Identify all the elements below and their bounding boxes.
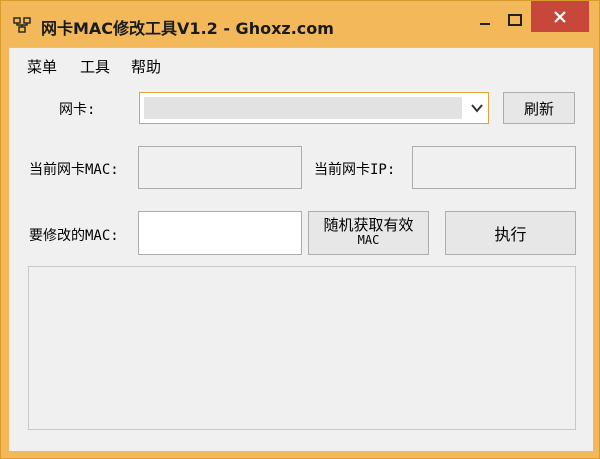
target-mac-input[interactable] [138, 211, 302, 255]
current-ip-label: 当前网卡IP: [314, 162, 396, 178]
title-bar[interactable]: 网卡MAC修改工具V1.2 - Ghoxz.com [1, 1, 599, 47]
target-mac-label: 要修改的MAC: [29, 228, 119, 244]
app-window: 网卡MAC修改工具V1.2 - Ghoxz.com 菜单 工具 帮助 网卡: 刷… [0, 0, 600, 459]
current-ip-field[interactable] [412, 146, 576, 189]
maximize-button[interactable] [495, 1, 535, 39]
close-button[interactable] [531, 1, 589, 32]
menu-item-tools[interactable]: 工具 [80, 56, 110, 77]
menu-item-menu[interactable]: 菜单 [27, 56, 57, 77]
chevron-down-icon [471, 104, 483, 113]
menu-item-help[interactable]: 帮助 [131, 56, 161, 77]
close-icon [554, 10, 566, 23]
maximize-icon [508, 14, 522, 26]
log-textarea[interactable] [28, 266, 576, 430]
adapter-select-value [144, 97, 462, 119]
minimize-icon [480, 23, 490, 25]
random-mac-button[interactable]: 随机获取有效 MAC [308, 211, 429, 255]
client-area: 菜单 工具 帮助 网卡: 刷新 当前网卡MAC: 当前网卡IP: 要修改的MAC… [9, 47, 593, 451]
network-icon [13, 17, 31, 33]
current-mac-field[interactable] [138, 146, 302, 189]
adapter-select[interactable] [139, 92, 489, 124]
random-mac-label-line1: 随机获取有效 [323, 216, 414, 234]
adapter-label: 网卡: [59, 102, 96, 118]
execute-button[interactable]: 执行 [445, 211, 576, 255]
refresh-button[interactable]: 刷新 [503, 92, 575, 124]
menu-bar: 菜单 工具 帮助 [9, 48, 593, 80]
random-mac-label-line2: MAC [357, 233, 380, 247]
current-mac-label: 当前网卡MAC: [29, 162, 119, 178]
window-title: 网卡MAC修改工具V1.2 - Ghoxz.com [41, 19, 334, 38]
